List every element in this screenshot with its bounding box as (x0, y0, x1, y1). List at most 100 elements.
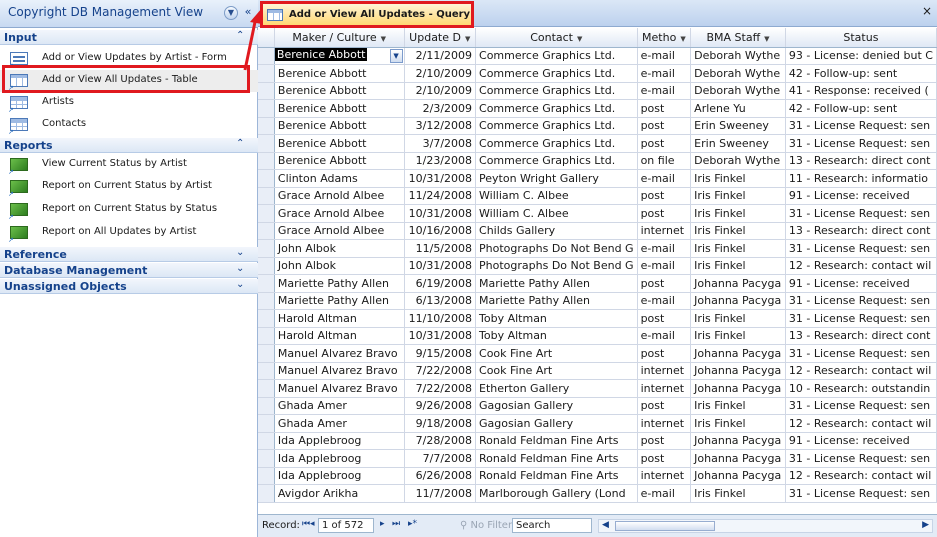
table-cell[interactable]: 31 - License Request: sen (785, 292, 937, 310)
table-cell[interactable]: Berenice Abbott (274, 117, 405, 135)
row-selector[interactable] (258, 309, 275, 328)
table-cell[interactable]: 13 - Research: direct cont (785, 327, 937, 345)
datasheet-grid[interactable]: Maker / Culture ▼ Update D ▼ Contact ▼ Meth… (258, 28, 937, 514)
table-cell[interactable]: Grace Arnold Albee (274, 187, 405, 205)
table-cell[interactable]: Manuel Alvarez Bravo (274, 344, 405, 363)
row-selector[interactable] (258, 292, 275, 310)
table-cell[interactable]: 10/31/2008 (404, 327, 477, 345)
new-record-icon[interactable]: ▸* (408, 519, 417, 529)
table-cell[interactable]: Commerce Graphics Ltd. (475, 117, 638, 135)
table-cell[interactable]: ▼ Berenice Abbott (274, 47, 405, 65)
table-cell[interactable]: internet (637, 222, 692, 240)
table-cell[interactable]: 6/13/2008 (404, 292, 477, 310)
table-row[interactable]: John Albok 11/5/2008 Photographs Do Not Be… (258, 239, 937, 258)
table-cell[interactable]: Gagosian Gallery (475, 397, 638, 415)
table-cell[interactable]: 3/12/2008 (404, 117, 477, 135)
table-cell[interactable]: 13 - Research: direct cont (785, 222, 937, 240)
table-cell[interactable]: post (637, 117, 692, 135)
row-selector[interactable] (258, 239, 275, 258)
table-cell[interactable]: 13 - Research: direct cont (785, 152, 937, 170)
table-cell[interactable]: Iris Finkel (690, 309, 786, 328)
table-cell[interactable]: e-mail (637, 257, 692, 275)
table-cell[interactable]: Commerce Graphics Ltd. (475, 99, 638, 118)
table-row[interactable]: Ghada Amer 9/26/2008 Gagosian Gallery post I… (258, 397, 937, 415)
chevron-down-icon[interactable]: ▼ (577, 35, 582, 43)
group-reference[interactable]: Reference ⌄ (0, 247, 258, 262)
close-icon[interactable]: × (922, 4, 932, 18)
table-cell[interactable]: Johanna Pacyga (690, 467, 786, 485)
table-cell[interactable]: 31 - License Request: sen (785, 117, 937, 135)
chevron-down-icon[interactable]: ▼ (389, 49, 403, 64)
next-record-icon[interactable]: ▸ (380, 519, 385, 529)
row-selector[interactable] (258, 82, 275, 100)
table-cell[interactable]: Clinton Adams (274, 169, 405, 188)
table-row[interactable]: Berenice Abbott 1/23/2008 Commerce Graphic… (258, 152, 937, 170)
table-cell[interactable]: Cook Fine Art (475, 362, 638, 380)
row-selector[interactable] (258, 362, 275, 380)
row-selector[interactable] (258, 397, 275, 415)
table-cell[interactable]: 1/23/2008 (404, 152, 477, 170)
table-cell[interactable]: internet (637, 414, 692, 433)
table-cell[interactable]: Peyton Wright Gallery (475, 169, 638, 188)
column-header[interactable]: BMA Staff ▼ (690, 28, 786, 48)
table-cell[interactable]: 12 - Research: contact wil (785, 362, 937, 380)
table-cell[interactable]: William C. Albee (475, 187, 638, 205)
table-cell[interactable]: 6/26/2008 (404, 467, 477, 485)
table-cell[interactable]: Iris Finkel (690, 204, 786, 223)
table-cell[interactable]: Mariette Pathy Allen (475, 274, 638, 293)
table-row[interactable]: Ghada Amer 9/18/2008 Gagosian Gallery inter… (258, 414, 937, 433)
table-cell[interactable]: 91 - License: received (785, 274, 937, 293)
table-cell[interactable]: post (637, 449, 692, 468)
table-cell[interactable]: William C. Albee (475, 204, 638, 223)
table-cell[interactable]: Gagosian Gallery (475, 414, 638, 433)
group-unassigned-objects[interactable]: Unassigned Objects ⌄ (0, 279, 258, 294)
table-cell[interactable]: post (637, 274, 692, 293)
table-cell[interactable]: e-mail (637, 82, 692, 100)
table-cell[interactable]: 31 - License Request: sen (785, 449, 937, 468)
table-row[interactable]: Avigdor Arikha 11/7/2008 Marlborough Galle… (258, 484, 937, 503)
row-selector[interactable] (258, 327, 275, 345)
table-cell[interactable]: Johanna Pacyga (690, 432, 786, 450)
table-cell[interactable]: post (637, 432, 692, 450)
row-selector[interactable] (258, 134, 275, 153)
table-row[interactable]: Berenice Abbott 3/12/2008 Commerce Graphic… (258, 117, 937, 135)
chevron-down-icon[interactable]: ▼ (381, 35, 386, 43)
table-cell[interactable]: Johanna Pacyga (690, 344, 786, 363)
table-cell[interactable]: Ida Applebroog (274, 432, 405, 450)
selected-cell-text[interactable]: Berenice Abbott (274, 48, 368, 62)
table-cell[interactable]: 10/31/2008 (404, 204, 477, 223)
table-row[interactable]: Ida Applebroog 7/7/2008 Ronald Feldman Fin… (258, 449, 937, 468)
table-cell[interactable]: post (637, 134, 692, 153)
row-selector[interactable] (258, 187, 275, 205)
row-selector[interactable] (258, 344, 275, 363)
table-cell[interactable]: 7/28/2008 (404, 432, 477, 450)
table-cell[interactable]: 6/19/2008 (404, 274, 477, 293)
row-selector[interactable] (258, 47, 275, 65)
record-position-field[interactable]: 1 of 572 (318, 518, 374, 533)
table-cell[interactable]: Mariette Pathy Allen (274, 292, 405, 310)
table-cell[interactable]: 12 - Research: contact wil (785, 257, 937, 275)
nav-item-report-all-updates[interactable]: ↗ Report on All Updates by Artist (0, 222, 258, 244)
row-selector[interactable] (258, 204, 275, 223)
chevron-up-icon[interactable]: ⌃ (236, 138, 244, 149)
table-cell[interactable]: Avigdor Arikha (274, 484, 405, 503)
scroll-thumb[interactable] (615, 521, 715, 531)
table-cell[interactable]: 7/7/2008 (404, 449, 477, 468)
table-cell[interactable]: Commerce Graphics Ltd. (475, 47, 638, 65)
table-cell[interactable]: Photographs Do Not Bend G (475, 257, 638, 275)
first-record-icon[interactable]: ⏮ (302, 519, 310, 529)
table-cell[interactable]: Berenice Abbott (274, 64, 405, 83)
select-all-cell[interactable] (258, 28, 275, 48)
table-cell[interactable]: Harold Altman (274, 309, 405, 328)
table-cell[interactable]: 91 - License: received (785, 187, 937, 205)
row-selector[interactable] (258, 169, 275, 188)
table-cell[interactable]: 9/15/2008 (404, 344, 477, 363)
column-header[interactable]: Metho ▼ (637, 28, 692, 48)
table-cell[interactable]: 2/11/2009 (404, 47, 477, 65)
table-cell[interactable]: 9/26/2008 (404, 397, 477, 415)
table-cell[interactable]: Johanna Pacyga (690, 362, 786, 380)
table-row[interactable]: Harold Altman 10/31/2008 Toby Altman e-mail… (258, 327, 937, 345)
row-selector[interactable] (258, 222, 275, 240)
scroll-right-icon[interactable]: ▶ (922, 520, 929, 530)
table-cell[interactable]: 11/24/2008 (404, 187, 477, 205)
